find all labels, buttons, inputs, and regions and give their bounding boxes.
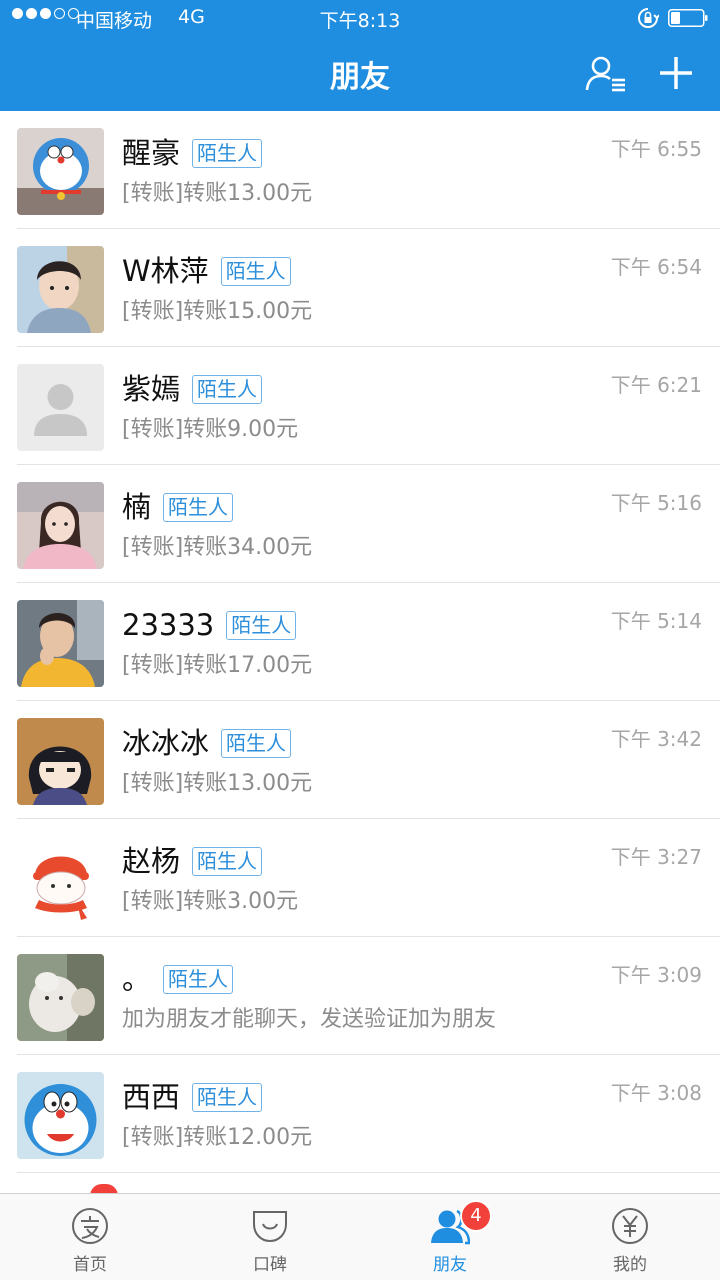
- message-time: 下午 5:14: [610, 609, 702, 633]
- status-bar: 中国移动 4G 下午8:13: [0, 0, 720, 36]
- friend-name: 楠: [122, 490, 152, 524]
- app-header: 中国移动 4G 下午8:13 朋友: [0, 0, 720, 111]
- doraemon-face: [17, 1072, 104, 1159]
- message-time: 下午 3:27: [610, 845, 702, 869]
- message-time: 下午 6:54: [610, 255, 702, 279]
- stranger-tag: 陌生人: [192, 1082, 263, 1112]
- koubei-icon: [253, 1211, 287, 1243]
- message-preview: [转账]转账9.00元: [122, 417, 299, 442]
- friend-name: 冰冰冰: [122, 726, 210, 760]
- contacts-list-icon[interactable]: [584, 54, 628, 94]
- tab-bar: 首页 口碑 朋友 我的: [0, 1193, 720, 1280]
- friend-name: W林萍: [122, 254, 209, 288]
- message-preview: [转账]转账3.00元: [122, 889, 299, 914]
- message-time: 下午 5:16: [610, 491, 702, 515]
- list-item[interactable]: W林萍 陌生人 下午 6:54 [转账]转账15.00元: [0, 229, 720, 347]
- girl-photo: [17, 482, 104, 569]
- message-preview: [转账]转账15.00元: [122, 299, 313, 324]
- message-time: 下午 3:08: [610, 1081, 702, 1105]
- friend-name: 醒豪: [122, 136, 181, 170]
- tab-label: 口碑: [253, 1255, 287, 1275]
- unread-badge: 4: [460, 1200, 492, 1232]
- tab-label: 朋友: [433, 1255, 467, 1275]
- boy-photo: [17, 246, 104, 333]
- stranger-tag: 陌生人: [221, 728, 292, 758]
- stranger-tag: 陌生人: [192, 846, 263, 876]
- cartoon-in-red-hat: [17, 836, 104, 923]
- battery-icon: [668, 9, 708, 27]
- anime-character: [17, 718, 104, 805]
- avatar: [17, 482, 104, 569]
- message-preview: [转账]转账12.00元: [122, 1125, 313, 1150]
- avatar: [17, 1072, 104, 1159]
- avatar: [17, 128, 104, 215]
- avatar: [17, 718, 104, 805]
- tab-friends[interactable]: 朋友: [360, 1194, 540, 1281]
- tab-home[interactable]: 首页: [0, 1194, 180, 1281]
- tab-koubei[interactable]: 口碑: [180, 1194, 360, 1281]
- list-item[interactable]: 23333 陌生人 下午 5:14 [转账]转账17.00元: [0, 583, 720, 701]
- avatar: [17, 600, 104, 687]
- stranger-tag: 陌生人: [163, 964, 234, 994]
- list-item[interactable]: 赵杨 陌生人 下午 3:27 [转账]转账3.00元: [0, 819, 720, 937]
- alipay-icon: [72, 1208, 108, 1244]
- default-user-icon: [17, 364, 104, 451]
- tab-label: 首页: [73, 1255, 107, 1275]
- avatar: [17, 364, 104, 451]
- message-time: 下午 6:21: [610, 373, 702, 397]
- avatar: [17, 954, 104, 1041]
- man-in-yellow-photo: [17, 600, 104, 687]
- stranger-tag: 陌生人: [192, 138, 263, 168]
- status-time: 下午8:13: [319, 10, 401, 32]
- list-item[interactable]: 冰冰冰 陌生人 下午 3:42 [转账]转账13.00元: [0, 701, 720, 819]
- friend-name: 西西: [122, 1080, 181, 1114]
- avatar: [17, 246, 104, 333]
- doraemon-plush-photo: [17, 128, 104, 215]
- list-item[interactable]: 紫嫣 陌生人 下午 6:21 [转账]转账9.00元: [0, 347, 720, 465]
- friend-name: 赵杨: [122, 844, 181, 878]
- stranger-tag: 陌生人: [220, 256, 291, 286]
- stranger-tag: 陌生人: [163, 492, 234, 522]
- list-item[interactable]: 楠 陌生人 下午 5:16 [转账]转账34.00元: [0, 465, 720, 583]
- message-preview: [转账]转账17.00元: [122, 653, 313, 678]
- message-preview: [转账]转账13.00元: [122, 181, 313, 206]
- avatar: [17, 836, 104, 923]
- white-dog-photo: [17, 954, 104, 1041]
- message-preview: [转账]转账34.00元: [122, 535, 313, 560]
- list-item[interactable]: 醒豪 陌生人 下午 6:55 [转账]转账13.00元: [0, 111, 720, 229]
- tab-me[interactable]: 我的: [540, 1194, 720, 1281]
- rotation-lock-icon: [638, 8, 659, 28]
- list-item[interactable]: 。 陌生人 下午 3:09 加为朋友才能聊天，发送验证加为朋友: [0, 937, 720, 1055]
- message-preview: [转账]转账13.00元: [122, 771, 313, 796]
- message-time: 下午 3:09: [610, 963, 702, 987]
- list-item[interactable]: 西西 陌生人 下午 3:08 [转账]转账12.00元: [0, 1055, 720, 1173]
- add-icon[interactable]: [656, 53, 696, 93]
- message-time: 下午 3:42: [610, 727, 702, 751]
- tab-label: 我的: [613, 1255, 647, 1275]
- friend-name: 紫嫣: [122, 372, 181, 406]
- stranger-tag: 陌生人: [226, 610, 297, 640]
- friend-name: 。: [122, 962, 152, 996]
- stranger-tag: 陌生人: [192, 374, 263, 404]
- message-time: 下午 6:55: [610, 137, 702, 161]
- friend-name: 23333: [122, 608, 215, 642]
- yuan-icon: [612, 1208, 648, 1244]
- friend-list: 醒豪 陌生人 下午 6:55 [转账]转账13.00元 W林萍 陌生人 下午 6…: [0, 111, 720, 1193]
- message-preview: 加为朋友才能聊天，发送验证加为朋友: [122, 1007, 497, 1032]
